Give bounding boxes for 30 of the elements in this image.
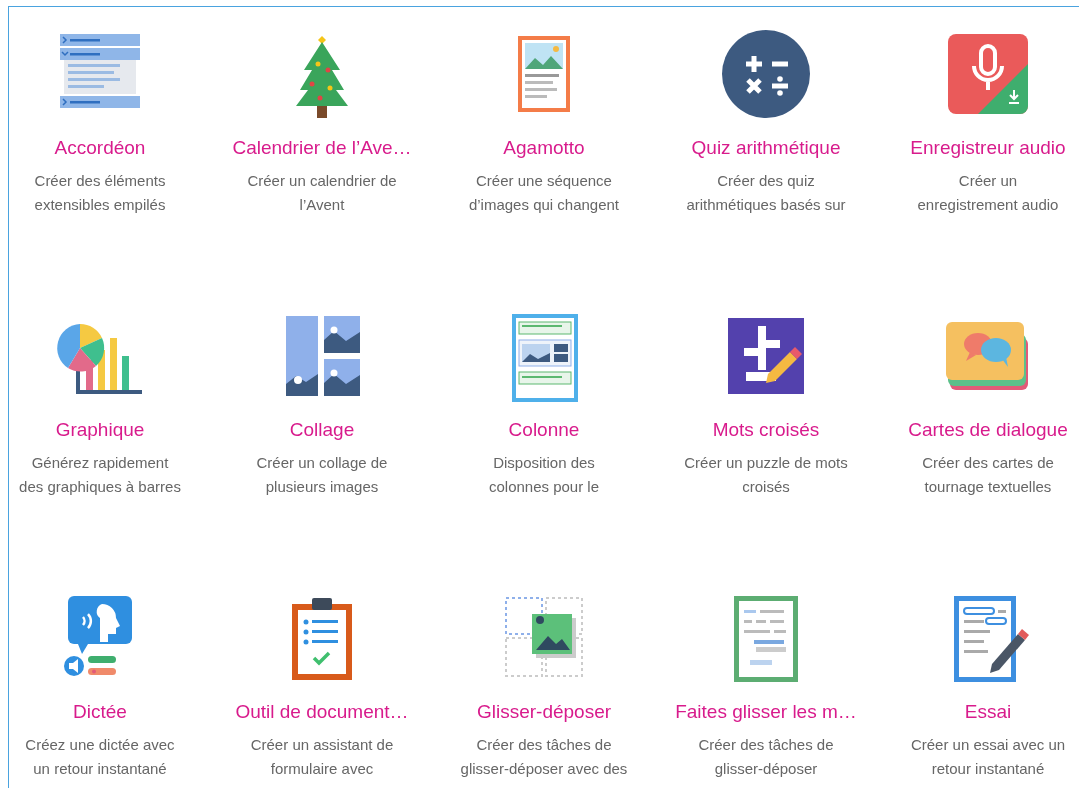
content-type-description: Créez une dictée avec un retour instantané (24, 735, 176, 779)
content-type-title[interactable]: Outil de document… (235, 700, 409, 724)
content-type-description: Créer un assistant de formulaire avec (249, 735, 395, 779)
content-type-title[interactable]: Collage (289, 418, 355, 442)
content-type-title[interactable]: Mots croisés (712, 418, 820, 442)
content-type-title[interactable]: Essai (964, 700, 1012, 724)
content-type-title[interactable]: Accordéon (54, 136, 146, 160)
content-type-title[interactable]: Cartes de dialogue (908, 418, 1068, 442)
content-type-description: Créer un essai avec un retour instantané (909, 735, 1067, 779)
content-type-description: Créer des quiz arithmétiques basés sur (685, 171, 847, 215)
content-type-description: Créer un calendrier de l’Avent (246, 171, 398, 215)
content-type-description: Générez rapidement des graphiques à barres (18, 453, 182, 497)
content-type-title[interactable]: Calendrier de l’Ave… (232, 136, 412, 160)
content-type-description: Créer des éléments extensibles empilés (33, 171, 167, 215)
content-type-description: Créer une séquence d’images qui changent (467, 171, 621, 215)
content-type-title[interactable]: Graphique (55, 418, 145, 442)
content-type-title[interactable]: Agamotto (503, 136, 585, 160)
content-type-description: Créer des cartes de tournage textuelles (921, 453, 1055, 497)
content-type-description: Disposition des colonnes pour le (487, 453, 601, 497)
content-type-description: Créer un puzzle de mots croisés (683, 453, 849, 497)
content-type-title[interactable]: Colonne (508, 418, 580, 442)
content-type-title[interactable]: Dictée (73, 700, 127, 724)
content-type-description: Créer des tâches de glisser-déposer avec des (459, 735, 629, 779)
content-type-title[interactable]: Enregistreur audio (910, 136, 1066, 160)
content-type-title[interactable]: Glisser-déposer (476, 700, 612, 724)
content-type-title[interactable]: Quiz arithmétique (691, 136, 841, 160)
content-type-description: Créer un enregistrement audio (916, 171, 1060, 215)
content-type-description: Créer un collage de plusieurs images (255, 453, 389, 497)
content-type-description: Créer des tâches de glisser-déposer (697, 735, 835, 779)
content-type-title[interactable]: Faites glisser les m… (675, 700, 857, 724)
